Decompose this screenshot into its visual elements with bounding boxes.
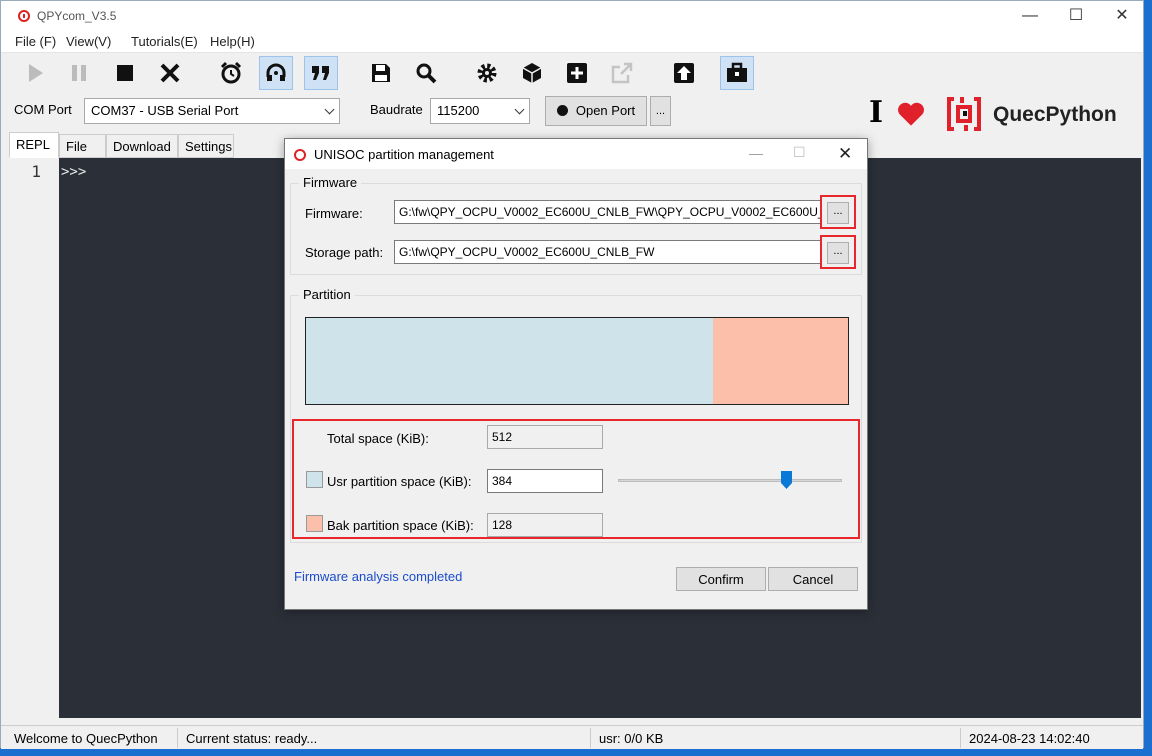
com-port-value: COM37 - USB Serial Port (91, 103, 239, 118)
minimize-icon[interactable]: — (1007, 1, 1053, 31)
baudrate-label: Baudrate (370, 102, 423, 117)
maximize-icon[interactable]: ☐ (1053, 1, 1099, 31)
cancel-button[interactable]: Cancel (768, 567, 858, 591)
close-icon[interactable]: ✕ (1099, 1, 1145, 31)
tab-repl[interactable]: REPL (9, 132, 59, 158)
status-usr: usr: 0/0 KB (599, 731, 664, 746)
quecpython-logo-icon (947, 97, 981, 131)
upload-icon[interactable] (667, 56, 701, 90)
partition-bar (305, 317, 849, 405)
status-divider (960, 728, 961, 748)
export-icon[interactable] (605, 56, 639, 90)
firmware-label: Firmware: (305, 206, 363, 221)
com-port-label: COM Port (14, 102, 72, 117)
app-icon (18, 10, 30, 22)
window-title: QPYcom_V3.5 (37, 9, 117, 23)
firmware-field[interactable]: G:\fw\QPY_OCPU_V0002_EC600U_CNLB_FW\QPY_… (394, 200, 822, 224)
tab-file[interactable]: File (59, 134, 106, 158)
status-dot-icon (556, 105, 568, 116)
clear-icon[interactable] (153, 56, 187, 90)
analysis-status: Firmware analysis completed (294, 569, 463, 584)
firmware-group-label: Firmware (299, 175, 362, 190)
repl-prompt: >>> (61, 164, 87, 180)
save-icon[interactable] (364, 56, 398, 90)
usr-space-field[interactable]: 384 (487, 469, 603, 493)
bak-partition-segment (712, 318, 848, 404)
usr-partition-segment (306, 318, 713, 404)
status-bar: Welcome to QuecPython Current status: re… (1, 725, 1143, 749)
open-port-label: Open Port (575, 103, 636, 118)
slider-thumb[interactable] (780, 471, 792, 489)
toolbox-icon[interactable] (720, 56, 754, 90)
status-datetime: 2024-08-23 14:02:40 (969, 731, 1090, 746)
status-divider (177, 728, 178, 748)
search-icon[interactable] (409, 56, 443, 90)
baudrate-value: 115200 (437, 103, 480, 118)
add-icon[interactable] (560, 56, 594, 90)
dialog-title-bar: UNISOC partition management — ☐ ✕ (285, 139, 867, 169)
port-more-button[interactable]: ... (650, 96, 671, 126)
status-divider (590, 728, 591, 748)
brand-name: QuecPython (993, 103, 1117, 126)
usr-space-label: Usr partition space (KiB): (327, 474, 472, 489)
cursor-glyph: I (869, 95, 884, 130)
usr-color-swatch (306, 471, 323, 488)
menu-bar: File (F) View(V) Tutorials(E) Help(H) (1, 31, 1143, 53)
tab-settings[interactable]: Settings (178, 134, 234, 158)
bak-color-swatch (306, 515, 323, 532)
bak-space-field: 128 (487, 513, 603, 537)
alarm-icon[interactable] (214, 56, 248, 90)
usr-space-slider[interactable] (618, 479, 842, 482)
stop-icon[interactable] (108, 56, 142, 90)
com-port-select[interactable]: COM37 - USB Serial Port (84, 98, 340, 124)
bak-space-label: Bak partition space (KiB): (327, 518, 474, 533)
firmware-group: Firmware Firmware: G:\fw\QPY_OCPU_V0002_… (290, 175, 862, 275)
tab-download[interactable]: Download (106, 134, 178, 158)
chevron-down-icon (324, 104, 335, 115)
dialog-title: UNISOC partition management (314, 147, 494, 162)
total-space-label: Total space (KiB): (327, 431, 429, 446)
storage-path-label: Storage path: (305, 245, 384, 260)
partition-group-label: Partition (299, 287, 355, 302)
menu-file[interactable]: File (F) (15, 34, 56, 49)
quote-icon[interactable] (304, 56, 338, 90)
status-current: Current status: ready... (186, 731, 318, 746)
open-port-button[interactable]: Open Port (545, 96, 647, 126)
line-number: 1 (31, 162, 41, 181)
total-space-field: 512 (487, 425, 603, 449)
package-icon[interactable] (515, 56, 549, 90)
confirm-button[interactable]: Confirm (676, 567, 766, 591)
partition-dialog: UNISOC partition management — ☐ ✕ Firmwa… (284, 138, 868, 610)
title-bar: QPYcom_V3.5 — ☐ ✕ (1, 1, 1143, 31)
settings-icon[interactable] (470, 56, 504, 90)
headset-icon[interactable] (259, 56, 293, 90)
minimize-icon: — (749, 145, 763, 161)
play-icon[interactable] (18, 56, 52, 90)
menu-view[interactable]: View(V) (66, 34, 111, 49)
line-gutter: 1 (13, 158, 59, 718)
storage-path-field[interactable]: G:\fw\QPY_OCPU_V0002_EC600U_CNLB_FW (394, 240, 822, 264)
heart-icon[interactable] (897, 101, 925, 127)
pause-icon[interactable] (62, 56, 96, 90)
highlight-box (820, 235, 856, 269)
chevron-down-icon (514, 104, 525, 115)
maximize-icon: ☐ (793, 144, 806, 160)
menu-tutorials[interactable]: Tutorials(E) (131, 34, 198, 49)
status-welcome: Welcome to QuecPython (14, 731, 158, 746)
highlight-box (820, 195, 856, 229)
baudrate-select[interactable]: 115200 (430, 98, 530, 124)
menu-help[interactable]: Help(H) (210, 34, 255, 49)
app-icon (294, 149, 306, 161)
close-icon[interactable]: ✕ (838, 144, 852, 164)
toolbar (1, 53, 1143, 93)
